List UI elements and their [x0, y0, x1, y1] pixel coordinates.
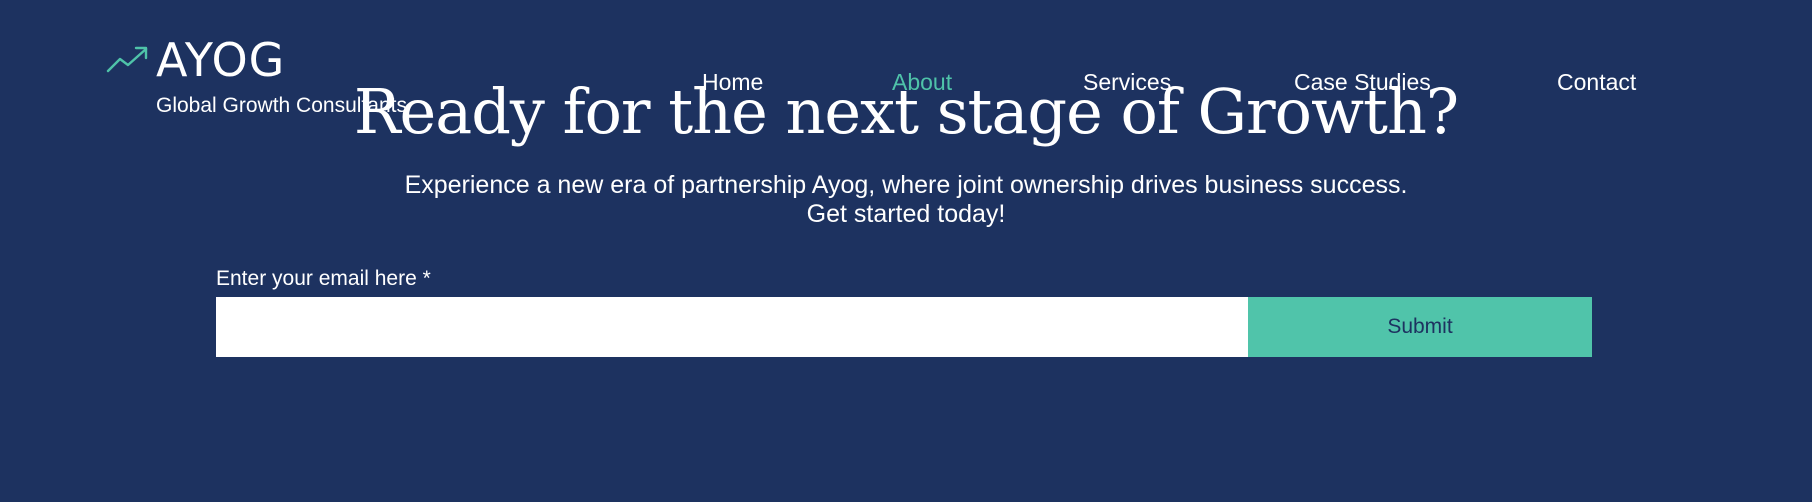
nav-item-services[interactable]: Services — [1083, 66, 1171, 98]
email-input[interactable] — [216, 297, 1248, 357]
hero-subtext-line-2: Get started today! — [806, 200, 1006, 228]
email-label: Enter your email here * — [216, 267, 431, 290]
nav-item-home[interactable]: Home — [702, 66, 763, 98]
hero-subtext-line-1: Experience a new era of partnership Ayog… — [404, 171, 1408, 199]
nav-item-case-studies[interactable]: Case Studies — [1294, 66, 1431, 98]
hero-subtext: Experience a new era of partnership Ayog… — [0, 171, 1812, 229]
main-nav: Home About Services Case Studies Contact — [0, 66, 1812, 98]
nav-item-contact[interactable]: Contact — [1557, 66, 1636, 98]
nav-item-about[interactable]: About — [892, 66, 952, 98]
submit-button[interactable]: Submit — [1248, 297, 1592, 357]
